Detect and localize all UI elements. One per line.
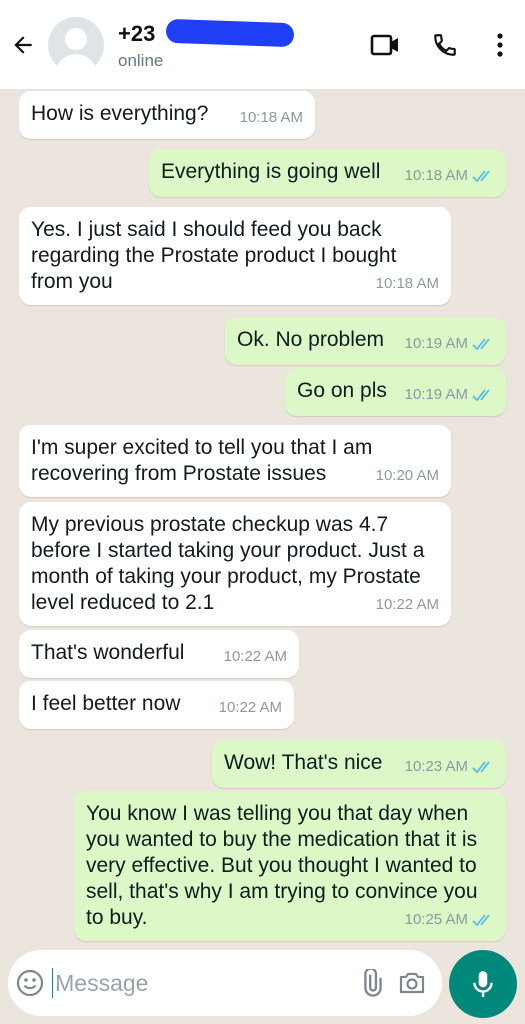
message-list[interactable]: How is everything? 10:18 AM Everything i… — [0, 90, 525, 941]
message-time: 10:19 AM — [404, 386, 468, 403]
contact-info[interactable]: +23 online — [118, 15, 355, 75]
message-time: 10:18 AM — [239, 109, 303, 126]
attach-button[interactable] — [351, 950, 391, 1016]
voice-call-button[interactable] — [415, 0, 475, 90]
more-options-button[interactable] — [475, 0, 525, 90]
message-bubble-incoming[interactable]: Yes. I just said I should feed you back … — [19, 207, 451, 305]
message-time: 10:22 AM — [375, 596, 439, 613]
mic-icon — [473, 971, 493, 997]
message-bubble-incoming[interactable]: My previous prostate checkup was 4.7 bef… — [19, 502, 451, 626]
message-bubble-outgoing[interactable]: Everything is going well 10:18 AM — [149, 149, 506, 197]
more-options-icon — [497, 32, 503, 57]
message-time: 10:18 AM — [375, 275, 439, 292]
message-time: 10:22 AM — [218, 699, 282, 716]
message-bubble-incoming[interactable]: I feel better now 10:22 AM — [19, 681, 294, 729]
voice-message-button[interactable] — [449, 950, 517, 1018]
message-composer — [8, 950, 442, 1016]
message-time: 10:20 AM — [375, 467, 439, 484]
message-time: 10:18 AM — [404, 167, 468, 184]
message-input[interactable] — [55, 963, 352, 1003]
read-receipt-icon — [472, 338, 490, 351]
camera-icon — [399, 972, 424, 994]
redaction-scribble — [165, 18, 295, 47]
message-time: 10:25 AM — [404, 911, 468, 928]
message-bubble-outgoing[interactable]: You know I was telling you that day when… — [74, 791, 506, 941]
read-receipt-icon — [472, 170, 490, 183]
message-time: 10:22 AM — [223, 648, 287, 665]
message-bubble-incoming[interactable]: How is everything? 10:18 AM — [19, 91, 315, 139]
message-bubble-outgoing[interactable]: Ok. No problem 10:19 AM — [225, 317, 506, 365]
attach-icon — [364, 969, 383, 997]
emoji-button[interactable] — [8, 950, 52, 1016]
back-arrow-icon — [14, 35, 32, 54]
contact-name: +23 — [118, 20, 156, 46]
emoji-icon — [16, 969, 43, 997]
text-caret — [51, 968, 54, 998]
back-button[interactable] — [0, 0, 46, 90]
read-receipt-icon — [472, 389, 490, 402]
message-bubble-incoming[interactable]: I'm super excited to tell you that I am … — [19, 425, 451, 497]
message-bubble-outgoing[interactable]: Wow! That's nice 10:23 AM — [212, 740, 506, 788]
message-time: 10:19 AM — [404, 335, 468, 352]
camera-button[interactable] — [392, 950, 432, 1016]
video-call-icon — [370, 34, 398, 55]
message-bubble-incoming[interactable]: That's wonderful 10:22 AM — [19, 630, 299, 678]
video-call-button[interactable] — [355, 0, 415, 90]
message-time: 10:23 AM — [404, 758, 468, 775]
read-receipt-icon — [472, 761, 490, 774]
message-bubble-outgoing[interactable]: Go on pls 10:19 AM — [285, 368, 506, 416]
avatar[interactable] — [48, 16, 104, 73]
voice-call-icon — [434, 33, 456, 56]
chat-header: +23 online — [0, 0, 525, 90]
contact-status: online — [118, 50, 164, 70]
read-receipt-icon — [472, 914, 490, 927]
